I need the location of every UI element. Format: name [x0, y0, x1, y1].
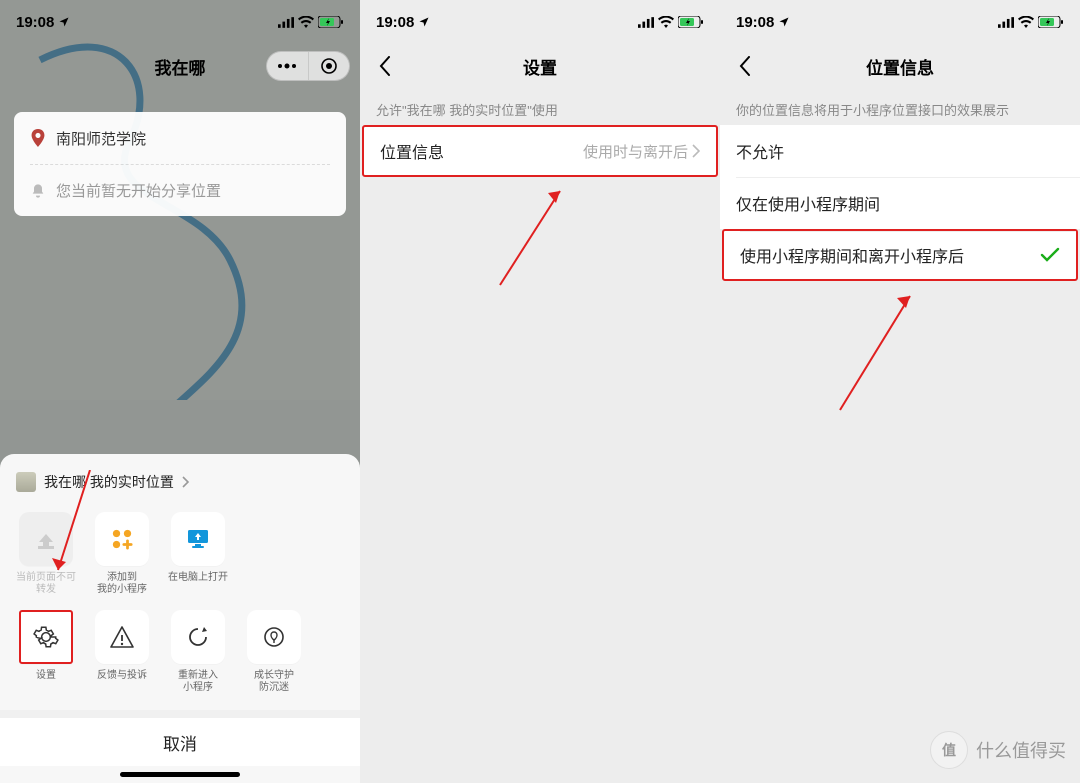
- status-bar: 19:08: [360, 0, 720, 44]
- action-restart[interactable]: 重新进入 小程序: [166, 610, 230, 694]
- action-settings[interactable]: 设置: [14, 610, 78, 694]
- miniprogram-avatar-icon: [16, 472, 36, 492]
- watermark: 值 什么值得买: [930, 731, 1066, 769]
- battery-icon: [318, 16, 344, 28]
- screen-location-permission: 19:08 位置信息 你的位置信息将用于小程序位置接口的效果展示 不允许仅在使用…: [720, 0, 1080, 783]
- cellular-icon: [638, 17, 654, 28]
- share-icon: [19, 512, 73, 566]
- status-time: 19:08: [736, 14, 774, 31]
- guard-icon: [247, 610, 301, 664]
- action-share-disabled: 当前页面不可 转发: [14, 512, 78, 596]
- watermark-logo-icon: 值: [930, 731, 968, 769]
- home-indicator: [120, 772, 240, 777]
- section-description: 允许"我在哪 我的实时位置"使用: [360, 88, 720, 125]
- cell-label: 位置信息: [380, 139, 444, 163]
- nav-bar: 我在哪: [0, 44, 360, 88]
- annotation-arrow-location-cell: [480, 185, 570, 295]
- status-bar: 19:08: [0, 0, 360, 44]
- cell-value: 使用时与离开后: [583, 141, 700, 162]
- settings-icon: [19, 610, 73, 664]
- action-label: 成长守护 防沉迷: [254, 670, 294, 694]
- location-card: 南阳师范学院 您当前暂无开始分享位置: [14, 112, 346, 216]
- option-label: 使用小程序期间和离开小程序后: [740, 243, 964, 267]
- action-label: 当前页面不可 转发: [16, 572, 76, 596]
- option-2[interactable]: 使用小程序期间和离开小程序后: [722, 229, 1078, 281]
- wifi-icon: [298, 16, 314, 28]
- sheet-row-2: 设置 反馈与投诉 重新进入 小程序 成长守护 防沉迷: [0, 602, 360, 700]
- restart-icon: [171, 610, 225, 664]
- action-label: 添加到 我的小程序: [97, 572, 147, 596]
- chevron-right-icon: [692, 144, 700, 158]
- action-add-miniprogram[interactable]: 添加到 我的小程序: [90, 512, 154, 596]
- battery-icon: [1038, 16, 1064, 28]
- watermark-text: 什么值得买: [976, 737, 1066, 763]
- nav-bar: 设置: [360, 44, 720, 88]
- cellular-icon: [998, 17, 1014, 28]
- chevron-right-icon: [182, 476, 190, 488]
- sheet-row-1: 当前页面不可 转发 添加到 我的小程序 在电脑上打开: [0, 504, 360, 602]
- wifi-icon: [658, 16, 674, 28]
- option-1[interactable]: 仅在使用小程序期间: [720, 177, 1080, 229]
- nav-bar: 位置信息: [720, 44, 1080, 88]
- action-label: 设置: [36, 670, 56, 682]
- location-services-icon: [58, 16, 70, 28]
- status-bar: 19:08: [720, 0, 1080, 44]
- miniprogram-capsule: [266, 51, 350, 81]
- location-services-icon: [778, 16, 790, 28]
- action-guard[interactable]: 成长守护 防沉迷: [242, 610, 306, 694]
- check-icon: [1040, 247, 1060, 263]
- open-pc-icon: [171, 512, 225, 566]
- share-hint-row[interactable]: 您当前暂无开始分享位置: [30, 164, 330, 216]
- options-list: 不允许仅在使用小程序期间使用小程序期间和离开小程序后: [720, 125, 1080, 281]
- page-title: 设置: [523, 54, 557, 79]
- status-time: 19:08: [376, 14, 414, 31]
- action-feedback[interactable]: 反馈与投诉: [90, 610, 154, 694]
- action-open-pc[interactable]: 在电脑上打开: [166, 512, 230, 596]
- action-label: 反馈与投诉: [97, 670, 147, 682]
- cellular-icon: [278, 17, 294, 28]
- pin-icon: [30, 129, 46, 147]
- location-services-icon: [418, 16, 430, 28]
- location-name: 南阳师范学院: [56, 128, 146, 149]
- annotation-arrow-option: [820, 290, 920, 420]
- bell-icon: [30, 183, 46, 199]
- action-sheet: 我在哪 我的实时位置 当前页面不可 转发 添加到 我的小程序 在电脑上打开 设置: [0, 454, 360, 783]
- share-hint-text: 您当前暂无开始分享位置: [56, 180, 221, 201]
- status-time: 19:08: [16, 14, 54, 31]
- screen-settings: 19:08 设置 允许"我在哪 我的实时位置"使用 位置信息 使用时与离开后: [360, 0, 720, 783]
- page-title: 我在哪: [155, 54, 206, 79]
- wifi-icon: [1018, 16, 1034, 28]
- warning-icon: [95, 610, 149, 664]
- action-label: 在电脑上打开: [168, 572, 228, 584]
- option-label: 不允许: [736, 139, 784, 163]
- battery-icon: [678, 16, 704, 28]
- action-label: 重新进入 小程序: [178, 670, 218, 694]
- capsule-menu-button[interactable]: [267, 52, 309, 80]
- cancel-button[interactable]: 取消: [0, 710, 360, 766]
- add-mini-icon: [95, 512, 149, 566]
- location-row[interactable]: 南阳师范学院: [30, 112, 330, 164]
- cell-location-info[interactable]: 位置信息 使用时与离开后: [362, 125, 718, 177]
- screen-action-sheet: 19:08 我在哪 南阳师范学院 您当前暂无开始分享位置: [0, 0, 360, 783]
- capsule-close-button[interactable]: [309, 52, 350, 80]
- back-button[interactable]: [370, 51, 400, 81]
- option-0[interactable]: 不允许: [720, 125, 1080, 177]
- section-description: 你的位置信息将用于小程序位置接口的效果展示: [720, 88, 1080, 125]
- back-button[interactable]: [730, 51, 760, 81]
- sheet-title: 我在哪 我的实时位置: [44, 472, 174, 492]
- sheet-header[interactable]: 我在哪 我的实时位置: [0, 468, 360, 504]
- page-title: 位置信息: [866, 54, 934, 79]
- option-label: 仅在使用小程序期间: [736, 191, 880, 215]
